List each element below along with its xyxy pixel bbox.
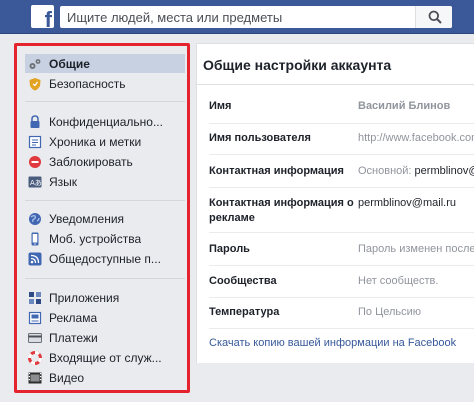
title-divider: [197, 84, 474, 85]
search-icon: [428, 10, 442, 24]
download-copy-link[interactable]: Скачать копию вашей информации на Facebo…: [209, 337, 456, 349]
settings-content: Общие настройки аккаунта Имя Василий Бли…: [196, 43, 474, 363]
download-link-suffix: вашей информации на Facebook: [284, 337, 457, 349]
row-label: Температура: [209, 306, 280, 318]
lifebuoy-icon: [28, 350, 42, 365]
sidebar-item-label: Хроника и метки: [49, 134, 142, 149]
search-button[interactable]: [415, 6, 452, 28]
sidebar-item-blocking[interactable]: Заблокировать: [25, 152, 185, 171]
sidebar-item-ads[interactable]: Реклама: [25, 308, 185, 327]
sidebar-item-label: Моб. устройства: [49, 231, 142, 246]
card-icon: [28, 331, 42, 345]
sidebar-item-label: Общие: [49, 56, 90, 71]
sidebar-item-video[interactable]: Видео: [25, 368, 185, 387]
gear-icon: [28, 57, 42, 71]
apps-icon: [28, 291, 42, 305]
sidebar-group-1: Общие Безопасность: [25, 54, 185, 94]
settings-row-contact[interactable]: Контактная информация Основной: permblin…: [197, 155, 474, 188]
row-label: Контактная информация: [209, 165, 344, 177]
sidebar-item-label: Общедоступные п...: [49, 251, 161, 266]
sidebar-item-label: Платежи: [49, 330, 98, 345]
lock-icon: [28, 114, 42, 129]
sidebar-item-mobile[interactable]: Моб. устройства: [25, 229, 185, 248]
timeline-icon: [28, 135, 42, 149]
settings-row-password[interactable]: Пароль Пароль изменен послед: [197, 233, 474, 266]
sidebar-divider: [25, 200, 185, 201]
row-value-email: permblinov@: [414, 165, 474, 177]
sidebar-item-payments[interactable]: Платежи: [25, 328, 185, 347]
row-label: Контактная информация о рекламе: [209, 197, 354, 224]
sidebar-item-security[interactable]: Безопасность: [25, 74, 185, 93]
row-label: Имя пользователя: [209, 132, 311, 144]
search-input[interactable]: [60, 6, 415, 28]
settings-row-temperature[interactable]: Температура По Цельсию: [197, 298, 474, 329]
top-bar: f: [0, 0, 474, 34]
row-label: Пароль: [209, 243, 250, 255]
shield-icon: [28, 77, 42, 91]
sidebar-group-4: Приложения Реклама Платежи Входящие от с…: [25, 288, 185, 388]
sidebar-item-privacy[interactable]: Конфиденциально...: [25, 112, 185, 131]
download-link-prefix: Скачать копию: [209, 337, 285, 349]
block-icon: [28, 155, 42, 169]
facebook-logo[interactable]: f: [31, 5, 54, 28]
page-title: Общие настройки аккаунта: [203, 57, 392, 73]
row-value: Пароль изменен послед: [358, 243, 474, 255]
ads-icon: [28, 311, 42, 325]
sidebar-item-label: Реклама: [49, 310, 98, 325]
settings-row-name[interactable]: Имя Василий Блинов: [197, 93, 474, 124]
row-value-email: permblinov@mail.ru: [358, 197, 456, 209]
sidebar-item-label: Безопасность: [49, 76, 126, 91]
settings-row-communities[interactable]: Сообщества Нет сообществ.: [197, 266, 474, 298]
video-icon: [28, 371, 42, 385]
row-value: Основной:: [358, 165, 415, 177]
sidebar-item-timeline[interactable]: Хроника и метки: [25, 132, 185, 151]
row-label: Сообщества: [209, 275, 277, 287]
sidebar-item-general[interactable]: Общие: [25, 54, 185, 73]
sidebar-item-support-inbox[interactable]: Входящие от служ...: [25, 348, 185, 367]
sidebar-divider: [25, 101, 185, 102]
sidebar-group-3: Уведомления Моб. устройства Общедоступны…: [25, 209, 185, 269]
row-value: По Цельсию: [358, 306, 422, 318]
row-divider: [209, 328, 474, 329]
settings-row-username[interactable]: Имя пользователя http://www.facebook.com: [197, 124, 474, 155]
sidebar-group-2: Конфиденциально... Хроника и метки Забло…: [25, 112, 185, 192]
sidebar-item-public-posts[interactable]: Общедоступные п...: [25, 249, 185, 268]
sidebar-item-label: Входящие от служ...: [49, 350, 162, 365]
row-label: Имя: [209, 100, 232, 112]
sidebar-item-label: Приложения: [49, 290, 120, 305]
phone-icon: [28, 232, 42, 246]
search-box: [60, 6, 452, 28]
rss-icon: [28, 252, 42, 266]
globe-icon: [28, 212, 42, 226]
row-value: http://www.facebook.com: [358, 132, 474, 144]
sidebar-item-label: Заблокировать: [49, 154, 133, 169]
sidebar-divider: [25, 278, 185, 279]
settings-sidebar: Общие Безопасность Конфиденциально... Хр…: [14, 43, 190, 393]
sidebar-item-label: Видео: [49, 370, 85, 385]
sidebar-item-label: Конфиденциально...: [49, 114, 163, 129]
row-value: Нет сообществ.: [358, 275, 439, 287]
sidebar-item-notifications[interactable]: Уведомления: [25, 209, 185, 228]
sidebar-item-apps[interactable]: Приложения: [25, 288, 185, 307]
svg-text:Aあ: Aあ: [30, 179, 42, 187]
language-icon: Aあ: [28, 175, 42, 189]
facebook-logo-letter: f: [44, 7, 52, 29]
settings-row-ad-contact[interactable]: Контактная информация о рекламе permblin…: [197, 188, 474, 233]
sidebar-item-label: Язык: [49, 174, 78, 189]
sidebar-item-label: Уведомления: [49, 211, 125, 226]
sidebar-item-language[interactable]: Aあ Язык: [25, 172, 185, 191]
row-value: Василий Блинов: [358, 100, 451, 112]
